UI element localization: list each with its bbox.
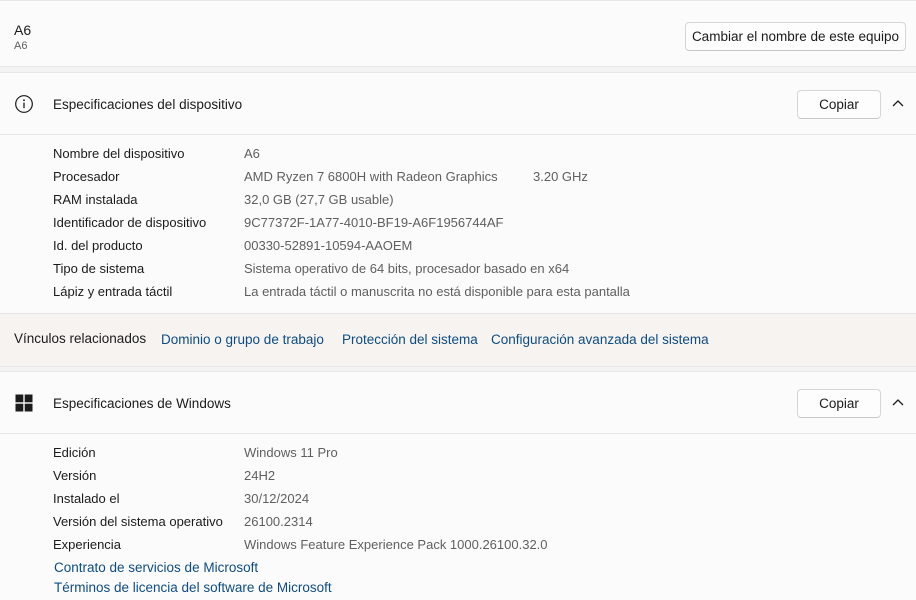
- spec-label: Versión: [53, 468, 97, 483]
- windows-specs-header[interactable]: Especificaciones de Windows Copiar: [0, 371, 916, 434]
- spec-row: Edición Windows 11 Pro: [0, 445, 916, 465]
- spec-row: Nombre del dispositivo A6: [0, 146, 916, 166]
- copy-windows-specs-button[interactable]: Copiar: [797, 389, 881, 418]
- spec-label: Versión del sistema operativo: [53, 514, 223, 529]
- processor-speed: 3.20 GHz: [533, 169, 588, 184]
- spec-value: La entrada táctil o manuscrita no está d…: [244, 284, 630, 299]
- spec-row: Versión 24H2: [0, 468, 916, 488]
- related-links-label: Vínculos relacionados: [14, 331, 147, 346]
- spec-label: RAM instalada: [53, 192, 138, 207]
- copy-device-specs-button[interactable]: Copiar: [797, 90, 881, 119]
- system-protection-link[interactable]: Protección del sistema: [342, 332, 478, 347]
- spec-value: Sistema operativo de 64 bits, procesador…: [244, 261, 570, 276]
- windows-specs-body: Edición Windows 11 Pro Versión 24H2 Inst…: [0, 434, 916, 600]
- spec-label: Lápiz y entrada táctil: [53, 284, 173, 299]
- advanced-system-settings-link[interactable]: Configuración avanzada del sistema: [491, 332, 709, 347]
- spec-value: Windows 11 Pro: [244, 445, 338, 460]
- spec-label: Procesador: [53, 169, 120, 184]
- domain-workgroup-link[interactable]: Dominio o grupo de trabajo: [161, 332, 324, 347]
- spec-label: Experiencia: [53, 537, 121, 552]
- spec-label: Identificador de dispositivo: [53, 215, 207, 230]
- spec-row: Versión del sistema operativo 26100.2314: [0, 514, 916, 534]
- spec-label: Edición: [53, 445, 96, 460]
- spec-value: 26100.2314: [244, 514, 313, 529]
- info-icon: [15, 95, 33, 113]
- spec-row: Instalado el 30/12/2024: [0, 491, 916, 511]
- device-specs-title: Especificaciones del dispositivo: [53, 97, 243, 112]
- spec-value: 30/12/2024: [244, 491, 310, 506]
- chevron-up-icon[interactable]: [891, 98, 905, 108]
- device-name: A6: [14, 22, 32, 38]
- spec-label: Nombre del dispositivo: [53, 146, 185, 161]
- device-subtitle: A6: [14, 40, 28, 52]
- microsoft-software-license-link[interactable]: Términos de licencia del software de Mic…: [54, 580, 332, 595]
- spec-row: RAM instalada 32,0 GB (27,7 GB usable): [0, 192, 916, 212]
- spec-row: Procesador AMD Ryzen 7 6800H with Radeon…: [0, 169, 916, 189]
- device-specs-body: Nombre del dispositivo A6 Procesador AMD…: [0, 135, 916, 313]
- rename-pc-button[interactable]: Cambiar el nombre de este equipo: [685, 22, 906, 51]
- spec-row: Lápiz y entrada táctil La entrada táctil…: [0, 284, 916, 304]
- chevron-up-icon[interactable]: [891, 397, 905, 407]
- spec-label: Id. del producto: [53, 238, 143, 253]
- spec-value: AMD Ryzen 7 6800H with Radeon Graphics: [244, 169, 498, 184]
- windows-specs-title: Especificaciones de Windows: [53, 396, 231, 411]
- spec-value: 00330-52891-10594-AAOEM: [244, 238, 413, 253]
- related-links-bar: Vínculos relacionados Dominio o grupo de…: [0, 313, 916, 367]
- spec-label: Instalado el: [53, 491, 120, 506]
- spec-value: 9C77372F-1A77-4010-BF19-A6F1956744AF: [244, 215, 504, 230]
- spec-row: Experiencia Windows Feature Experience P…: [0, 537, 916, 557]
- spec-value: 32,0 GB (27,7 GB usable): [244, 192, 394, 207]
- spec-row: Identificador de dispositivo 9C77372F-1A…: [0, 215, 916, 235]
- spec-row: Tipo de sistema Sistema operativo de 64 …: [0, 261, 916, 281]
- spec-row: Id. del producto 00330-52891-10594-AAOEM: [0, 238, 916, 258]
- device-name-card: A6 A6 Cambiar el nombre de este equipo: [0, 0, 916, 67]
- spec-value: 24H2: [244, 468, 276, 483]
- spec-label: Tipo de sistema: [53, 261, 145, 276]
- spec-value: A6: [244, 146, 260, 161]
- microsoft-services-agreement-link[interactable]: Contrato de servicios de Microsoft: [54, 560, 258, 575]
- windows-logo-icon: [15, 394, 33, 412]
- spec-value: Windows Feature Experience Pack 1000.261…: [244, 537, 548, 552]
- device-specs-header[interactable]: Especificaciones del dispositivo Copiar: [0, 72, 916, 135]
